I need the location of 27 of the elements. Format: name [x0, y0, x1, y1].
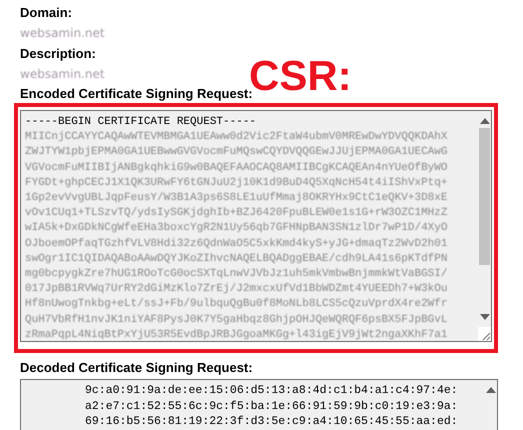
code-line: wIA5k+DxGDkNCgWfeEHa3boxcYgR2N1Uy56qb7GFHNpBAN3SN1zlDr7wP1D/4XyO: [25, 221, 448, 236]
field-value: websamin.net: [20, 66, 105, 83]
code-line: 1Gp2evVvgUBLJqpFeusY/W3B1A3ps6S8LE1uUfMmaj8OKRYHx9CtC1eQKV+3D8xE: [25, 191, 448, 206]
code-line: VGVocmFuMIIBIjANBgkqhkiG9w0BAQEFAAOCAQ8AMIIBCgKCAQEAn4nYUeOfByWO: [25, 160, 448, 176]
code-line: vOv1CUq1+TLSzvTQ/ydsIySGKjdghIb+BZJ6420FpuBLEW0e1s1G+rW3OZC1MHzZ: [25, 206, 448, 222]
code-line: mg0bcpygkZre7hUG1ROoTcG0ocSXTqLnwVJVbJz1uh5mkVmbwBnjmmkWtVaBGSI/: [25, 267, 448, 282]
code-line: zRmaPqpL4NiqBtPxYjU53R5EvdBpJRBJGgoaMKGg+l43igEjV9jWt2ngaXKhF7a1: [25, 328, 448, 341]
code-line: 9c:a0:91:9a:de:ee:15:06:d5:13:a8:4d:c1:b4:a1:c4:97:4e:: [85, 383, 458, 398]
code-line: QuH7VbRfH1nvJK1niYAF8PysJ0K7Y5gaHbqz8GhjpOHJQeWQRQF6psBX5FJpBGvL: [25, 312, 448, 328]
code-line: MIICnjCCAYYCAQAwWTEVMBMGA1UEAww0d2Vic2FtaW4ubmV0MREwDwYDVQQKDAhX: [25, 130, 448, 146]
field-label: Encoded Certificate Signing Request:: [20, 86, 253, 103]
scroll-up-icon[interactable]: [486, 387, 496, 393]
code-line: a2:e7:c1:52:55:6c:9c:f5:ba:1e:66:91:59:9b:c0:19:e3:9a:: [85, 398, 458, 414]
field-label: Description:: [20, 45, 96, 63]
code-line: 69:16:b5:56:81:19:22:3f:d3:5e:c9:a4:10:65:45:55:aa:ed:: [85, 414, 458, 430]
code-line: Hf8nUwogTnkbg+eLt/ssJ+Fb/9ulbquQgBu0f8MoNLb8LCS5cQzuVprdX4re2Wfr: [25, 297, 448, 312]
code-line: OJboemOPfaqTGzhfVLV8Hdi32z6QdnWaO5C5xkKmd4kyS+yJG+dmaqTz2WvD2h01: [25, 236, 448, 252]
text-area[interactable]: 9c:a0:91:9a:de:ee:15:06:d5:13:a8:4d:c1:b4:a1:c4:97:4e: a2:e7:c1:52:55:6c:9c:f5:ba:1e:66:91:59:9b:c0:19:e3:9a: 69:16:b5:56:81:19:22:3f:d3:5e:c9:a4:10:65:45:55:aa:ed:: [20, 379, 498, 430]
code-line: 017JpBB1RVWq7UrRY2dGiMzKlo7ZrEj/J2mxcxUfVd1BbWDZmt4YUEEDh7+W3kOu: [25, 282, 448, 298]
field-value: websamin.net: [20, 25, 105, 42]
field-label: Decoded Certificate Signing Request:: [20, 359, 253, 377]
scroll-down-icon[interactable]: [480, 314, 490, 320]
code-line: swOgr1IC1QIDAQABoAAwDQYJKoZIhvcNAQELBQADggEBAE/cdh9LA41s6pKTdfPN: [25, 252, 448, 267]
begin-marker: -----BEGIN CERTIFICATE REQUEST-----: [25, 115, 256, 130]
code-line: ZWJTYW1pbjEPMA0GA1UEBwwGVGVocmFuMQswCQYDVQQGEwJJUjEPMA0GA1UECAwG: [25, 145, 448, 160]
field-label: Domain:: [20, 4, 72, 22]
code-line: FYGDt+ghpCECJ1X1QK3URwFY6tGNJuU2j10K1d9BuD4Q5XqNcH54t4iIShVxPtq+: [25, 176, 448, 191]
